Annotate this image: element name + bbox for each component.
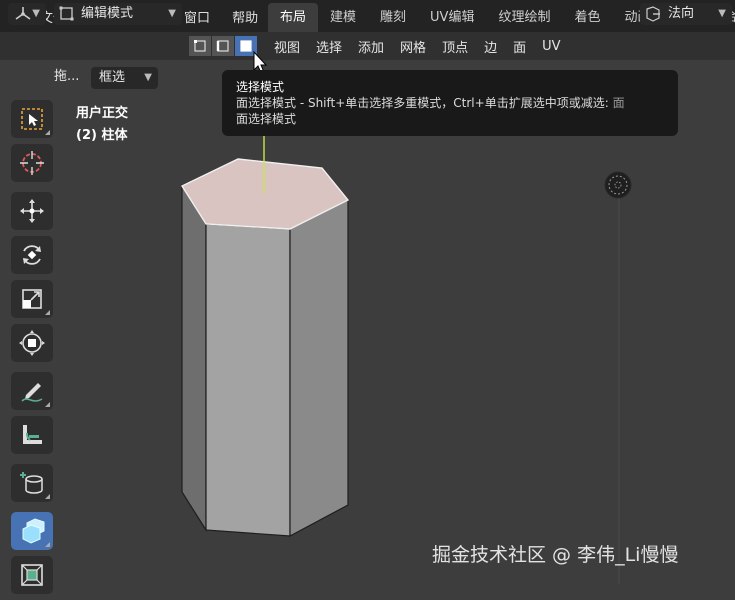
rotate-icon	[23, 245, 41, 265]
extrude-region-icon	[22, 518, 45, 544]
tool-extrude-region[interactable]	[11, 512, 53, 550]
light-icon[interactable]	[604, 171, 632, 199]
tool-shelf	[8, 100, 56, 600]
view-name: 用户正交	[76, 106, 129, 121]
transform-icon	[19, 330, 45, 356]
tooltip-title: 选择模式	[236, 80, 285, 94]
add-cylinder-icon	[20, 472, 43, 494]
tooltip-line1-tail: 面	[612, 96, 625, 110]
tool-cursor[interactable]	[11, 144, 53, 182]
select-box-icon	[21, 108, 43, 130]
cylinder-left-face[interactable]	[181, 183, 207, 533]
annotate-icon	[21, 383, 43, 402]
viewport-info: 用户正交 (2) 柱体	[76, 103, 128, 147]
cylinder-front-face[interactable]	[205, 223, 291, 537]
measure-icon	[23, 425, 42, 444]
cursor-icon	[20, 151, 44, 175]
object-name: (2) 柱体	[76, 128, 128, 143]
tool-select-box[interactable]	[11, 100, 53, 138]
cylinder-right-face[interactable]	[289, 199, 349, 538]
tool-measure[interactable]	[11, 416, 53, 454]
tool-add-cylinder[interactable]	[11, 464, 53, 502]
scale-icon	[22, 289, 42, 309]
move-icon	[20, 199, 44, 223]
tooltip-line1: 面选择模式 - Shift+单击选择多重模式，Ctrl+单击扩展选中项或减选:	[236, 96, 609, 110]
tool-scale[interactable]	[11, 280, 53, 318]
tool-inset-faces[interactable]	[11, 556, 53, 594]
tooltip-line2: 面选择模式	[236, 112, 297, 126]
tool-rotate[interactable]	[11, 236, 53, 274]
tooltip-description: 面选择模式 - Shift+单击选择多重模式，Ctrl+单击扩展选中项或减选: …	[236, 95, 664, 111]
tool-move[interactable]	[11, 192, 53, 230]
watermark: 掘金技术社区 @ 李伟_Li慢慢	[432, 544, 679, 566]
tool-annotate[interactable]	[11, 372, 53, 410]
inset-faces-icon	[21, 564, 43, 586]
select-mode-tooltip: 选择模式 面选择模式 - Shift+单击选择多重模式，Ctrl+单击扩展选中项…	[222, 70, 678, 136]
tool-transform[interactable]	[11, 324, 53, 362]
